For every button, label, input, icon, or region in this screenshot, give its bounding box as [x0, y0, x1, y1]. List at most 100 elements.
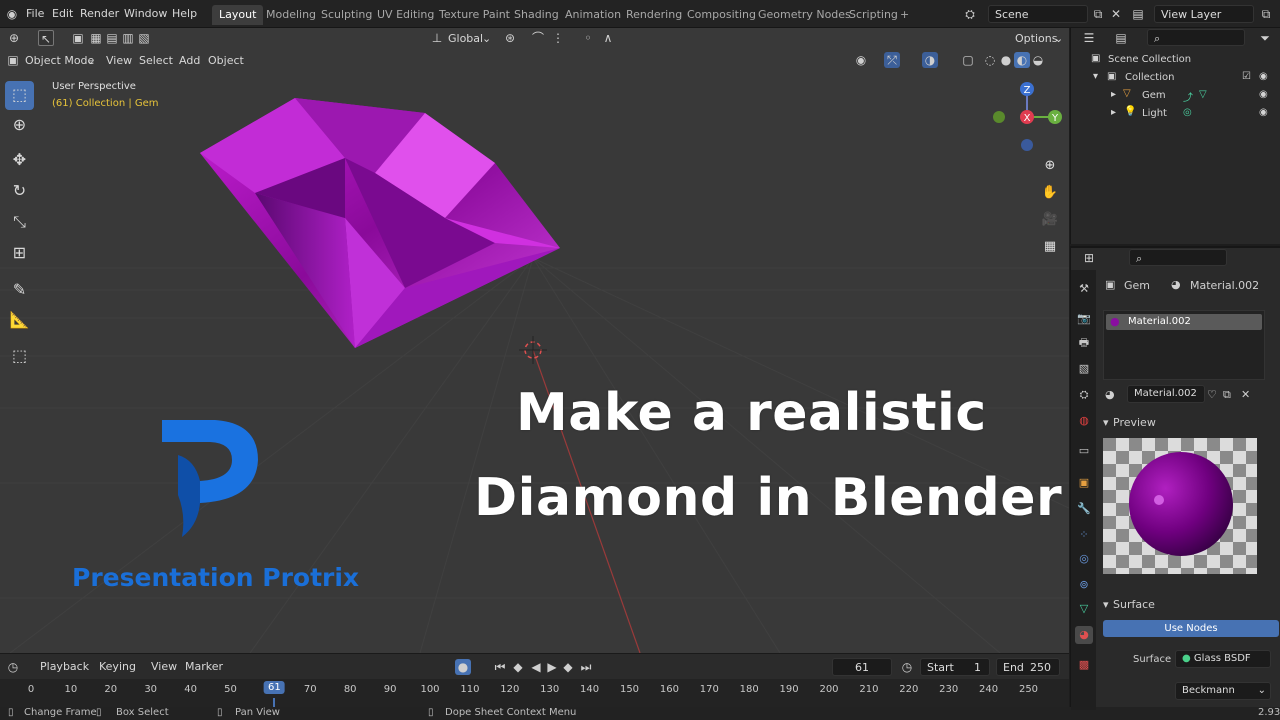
- preview-range-icon[interactable]: ◷: [899, 659, 915, 675]
- world-tab-icon[interactable]: ◍: [1075, 412, 1093, 430]
- add-workspace-button[interactable]: +: [893, 5, 916, 25]
- tool-scale-icon[interactable]: ⤡: [5, 208, 34, 237]
- zoom-icon[interactable]: ⊕: [1040, 156, 1060, 176]
- menu-keying[interactable]: Keying: [99, 660, 136, 673]
- scene-field[interactable]: Scene: [988, 5, 1088, 23]
- fake-user-icon[interactable]: ♡: [1207, 388, 1217, 401]
- outliner-item-gem[interactable]: ▸ ▽ Gem ⤴ ▽ ◉: [1071, 87, 1280, 105]
- navigation-gizmo[interactable]: Z Y X: [985, 78, 1065, 158]
- outliner-editor-icon[interactable]: ☰: [1081, 30, 1097, 46]
- collection-tab-icon[interactable]: ▭: [1075, 442, 1093, 460]
- select-mode-intersect-icon[interactable]: ▧: [136, 30, 152, 46]
- particles-tab-icon[interactable]: ⁘: [1075, 526, 1093, 544]
- snap-target-icon[interactable]: ⋮: [550, 30, 566, 46]
- tab-shading[interactable]: Shading: [507, 5, 566, 25]
- options-chevron-icon[interactable]: ⌄: [1054, 32, 1063, 45]
- tab-rendering[interactable]: Rendering: [619, 5, 689, 25]
- visibility-icon[interactable]: ◉: [853, 52, 869, 68]
- distribution-dropdown[interactable]: Beckmann ⌄: [1175, 682, 1271, 700]
- tab-layout[interactable]: Layout: [212, 5, 264, 25]
- wireframe-shading-icon[interactable]: ◌: [982, 52, 998, 68]
- 3d-viewport[interactable]: ⊕ ↖ ▣ ▦ ▤ ▥ ▧ ⊥ Global ⌄ ⊛ ⌒ ⋮ ◦ ∧ Optio…: [0, 28, 1069, 653]
- orientation-chevron-icon[interactable]: ⌄: [482, 32, 491, 45]
- tab-uv-editing[interactable]: UV Editing: [370, 5, 441, 25]
- orientation-dropdown[interactable]: Global: [448, 32, 483, 45]
- play-icon[interactable]: ▶: [544, 659, 560, 675]
- menu-object[interactable]: Object: [208, 54, 244, 67]
- physics-tab-icon[interactable]: ◎: [1075, 550, 1093, 568]
- new-view-layer-icon[interactable]: ⧉: [1258, 6, 1274, 22]
- collection-checkbox[interactable]: ☑: [1242, 71, 1251, 82]
- outliner-item-light[interactable]: ▸ 💡 Light ◎ ◉: [1071, 105, 1280, 123]
- snap-icon[interactable]: ⌒: [530, 30, 546, 46]
- new-scene-icon[interactable]: ⧉: [1090, 6, 1106, 22]
- gem-eye-icon[interactable]: ◉: [1259, 89, 1268, 100]
- filter-icon[interactable]: ⏷: [1257, 30, 1273, 46]
- proportional-edit-icon[interactable]: ◦: [580, 30, 596, 46]
- play-reverse-icon[interactable]: ◀: [528, 659, 544, 675]
- pan-hand-icon[interactable]: ✋: [1040, 183, 1060, 203]
- output-tab-icon[interactable]: 🖶: [1075, 334, 1093, 352]
- menu-timeline-view[interactable]: View: [151, 660, 177, 673]
- properties-search-input[interactable]: ⌕: [1129, 249, 1227, 266]
- menu-marker[interactable]: Marker: [185, 660, 223, 673]
- camera-view-icon[interactable]: 🎥: [1040, 210, 1060, 230]
- pivot-icon[interactable]: ⊛: [502, 30, 518, 46]
- surface-shader-field[interactable]: ● Glass BSDF: [1175, 650, 1271, 668]
- options-dropdown[interactable]: Options: [1015, 32, 1057, 45]
- menu-playback[interactable]: Playback: [40, 660, 89, 673]
- material-name-field[interactable]: Material.002: [1127, 385, 1205, 403]
- select-mode-extend-icon[interactable]: ▦: [88, 30, 104, 46]
- expand-chevron-icon[interactable]: ▸: [1111, 107, 1116, 118]
- modifier-tab-icon[interactable]: 🔧: [1075, 500, 1093, 518]
- menu-window[interactable]: Window: [124, 7, 167, 20]
- jump-end-icon[interactable]: ⏭: [578, 659, 594, 675]
- jump-start-icon[interactable]: ⏮: [492, 659, 508, 675]
- gem-object[interactable]: [195, 93, 565, 353]
- select-arrow-icon[interactable]: ↖: [38, 30, 54, 46]
- menu-file[interactable]: File: [26, 7, 44, 20]
- timeline-ruler[interactable]: 0 10 20 30 40 50 61 70 80 90 100 110 120 130 140 150 160…: [0, 679, 1069, 707]
- select-mode-invert-icon[interactable]: ▥: [120, 30, 136, 46]
- menu-view[interactable]: View: [106, 54, 132, 67]
- tool-measure-icon[interactable]: 📐: [5, 306, 34, 335]
- material-shading-icon[interactable]: ◐: [1014, 52, 1030, 68]
- next-keyframe-icon[interactable]: ◆: [560, 659, 576, 675]
- timeline-editor-icon[interactable]: ◷: [5, 659, 21, 675]
- ortho-grid-icon[interactable]: ▦: [1040, 237, 1060, 257]
- tool-annotate-icon[interactable]: ✎: [5, 276, 34, 305]
- tool-select-box[interactable]: ⬚: [5, 81, 34, 110]
- xray-icon[interactable]: ▢: [960, 52, 976, 68]
- menu-help[interactable]: Help: [172, 7, 197, 20]
- menu-add[interactable]: Add: [179, 54, 200, 67]
- playhead-line[interactable]: [273, 698, 276, 707]
- prev-keyframe-icon[interactable]: ◆: [510, 659, 526, 675]
- use-nodes-button[interactable]: Use Nodes: [1103, 620, 1279, 637]
- delete-scene-icon[interactable]: ✕: [1108, 6, 1124, 22]
- tab-animation[interactable]: Animation: [558, 5, 628, 25]
- browse-material-icon[interactable]: ◕: [1105, 388, 1115, 401]
- tab-texture-paint[interactable]: Texture Paint: [432, 5, 517, 25]
- menu-select[interactable]: Select: [139, 54, 173, 67]
- start-frame-field[interactable]: Start 1: [920, 658, 990, 676]
- tool-move-icon[interactable]: ✥: [5, 146, 34, 175]
- preview-chevron-icon[interactable]: ▾: [1103, 416, 1109, 429]
- menu-render[interactable]: Render: [80, 7, 119, 20]
- display-mode-icon[interactable]: ▤: [1113, 30, 1129, 46]
- preview-panel-label[interactable]: Preview: [1113, 416, 1156, 429]
- editor-type-icon[interactable]: ⊕: [6, 30, 22, 46]
- constraints-tab-icon[interactable]: ⊚: [1075, 576, 1093, 594]
- outliner-search-input[interactable]: ⌕: [1147, 29, 1245, 46]
- solid-shading-icon[interactable]: ●: [998, 52, 1014, 68]
- duplicate-material-icon[interactable]: ⧉: [1223, 388, 1231, 402]
- material-slot-item[interactable]: ● Material.002: [1106, 314, 1262, 330]
- render-tab-icon[interactable]: 📷: [1075, 310, 1093, 328]
- properties-editor-icon[interactable]: ⊞: [1081, 250, 1097, 266]
- rendered-shading-icon[interactable]: ◒: [1030, 52, 1046, 68]
- tool-cursor-icon[interactable]: ⊕: [5, 111, 34, 140]
- data-tab-icon[interactable]: ▽: [1075, 600, 1093, 618]
- surface-chevron-icon[interactable]: ▾: [1103, 598, 1109, 611]
- scene-tab-icon[interactable]: ⛭: [1075, 386, 1093, 404]
- view-layer-tab-icon[interactable]: ▧: [1075, 360, 1093, 378]
- surface-panel-label[interactable]: Surface: [1113, 598, 1155, 611]
